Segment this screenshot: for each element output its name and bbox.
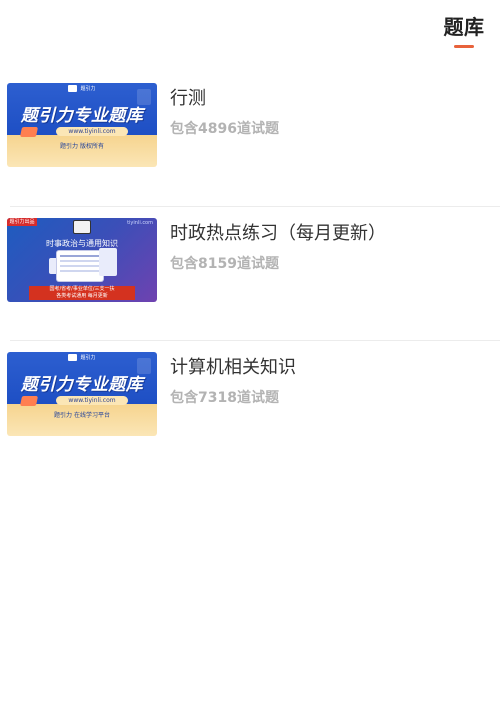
- item-title: 时政热点练习（每月更新）: [170, 223, 386, 244]
- thumbnail-url: www.tiyinli.com: [56, 396, 128, 405]
- thumbnail-headline: 题引力专业题库: [20, 106, 144, 126]
- thumbnail-badge: 题引力出品: [7, 218, 37, 226]
- thumbnail-footer: 题引力 版权所有: [60, 143, 104, 150]
- question-bank-list: 题引力 题引力专业题库 www.tiyinli.com 题引力 版权所有 行测 …: [0, 72, 500, 474]
- thumbnail-headline: 时事政治与通用知识: [46, 239, 118, 248]
- item-thumbnail: 题引力 题引力专业题库 www.tiyinli.com 题引力 在线学习平台: [7, 352, 157, 436]
- list-item[interactable]: 题引力 题引力专业题库 www.tiyinli.com 题引力 在线学习平台 计…: [7, 340, 500, 474]
- item-title: 计算机相关知识: [170, 357, 296, 378]
- item-question-count: 包含4896道试题: [170, 121, 279, 137]
- decor-tile: [19, 127, 39, 137]
- thumbnail-footer: 题引力 在线学习平台: [54, 412, 110, 419]
- thumbnail-logo: 题引力: [7, 85, 157, 92]
- item-question-count: 包含7318道试题: [170, 390, 279, 406]
- tab-question-bank[interactable]: 题库: [442, 14, 486, 48]
- list-item[interactable]: 题引力 题引力专业题库 www.tiyinli.com 题引力 版权所有 行测 …: [0, 72, 500, 206]
- item-info: 行测 包含4896道试题: [170, 87, 490, 138]
- item-question-count: 包含8159道试题: [170, 256, 279, 272]
- tab-active-indicator: [454, 45, 474, 48]
- item-info: 时政热点练习（每月更新） 包含8159道试题: [170, 222, 490, 273]
- thumbnail-headline: 题引力专业题库: [20, 375, 144, 395]
- item-thumbnail: 题引力出品 tiyinli.com 时事政治与通用知识 国考/省考/事业单位/三…: [7, 218, 157, 302]
- thumbnail-logo-text: 题引力: [80, 355, 96, 361]
- logo-icon: [68, 85, 78, 92]
- thumbnail-logo-text: 题引力: [80, 86, 96, 92]
- monitor-icon: [57, 251, 103, 281]
- qr-code-icon: [73, 220, 91, 234]
- top-bar: 题库: [0, 0, 500, 60]
- redbar-line-2: 各类考试通用 每月更新: [56, 293, 108, 299]
- logo-icon: [68, 354, 78, 361]
- tab-question-bank-label: 题库: [443, 15, 485, 39]
- thumbnail-redbar: 国考/省考/事业单位/三支一扶 各类考试通用 每月更新: [29, 286, 135, 300]
- thumbnail-url: www.tiyinli.com: [56, 127, 128, 136]
- redbar-line-1: 国考/省考/事业单位/三支一扶: [49, 286, 115, 292]
- thumbnail-logo: 题引力: [7, 354, 157, 361]
- list-item[interactable]: 题引力出品 tiyinli.com 时事政治与通用知识 国考/省考/事业单位/三…: [7, 206, 500, 340]
- item-thumbnail: 题引力 题引力专业题库 www.tiyinli.com 题引力 版权所有: [7, 83, 157, 167]
- thumbnail-site: tiyinli.com: [127, 220, 153, 226]
- item-title: 行测: [170, 88, 206, 109]
- decor-tile: [19, 396, 39, 406]
- phone-icon: [99, 248, 117, 276]
- item-info: 计算机相关知识 包含7318道试题: [170, 356, 490, 407]
